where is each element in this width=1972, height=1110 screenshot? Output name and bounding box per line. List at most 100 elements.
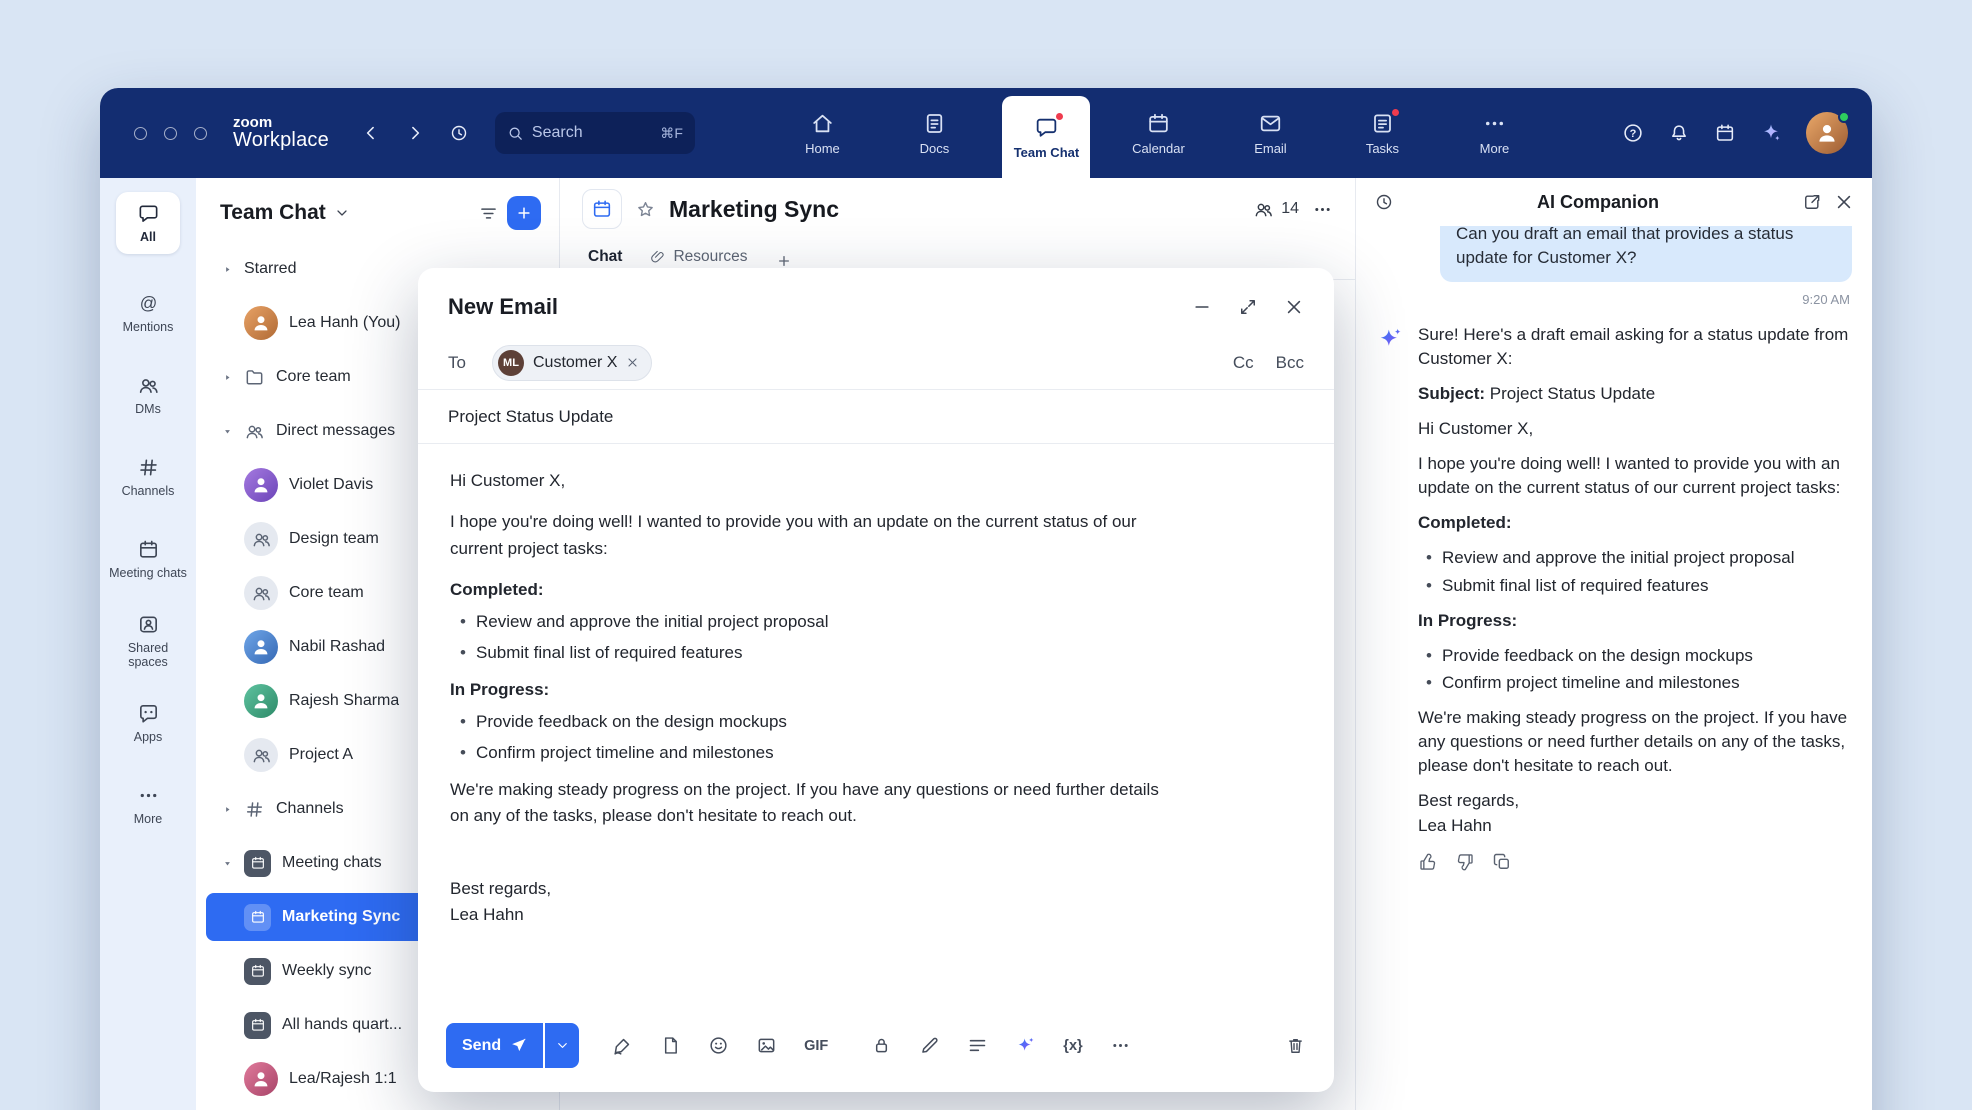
variables-button[interactable]: {x} <box>1063 1038 1082 1054</box>
thumbs-down-icon <box>1455 852 1475 872</box>
ai-companion-button[interactable] <box>1760 122 1782 144</box>
thumbs-down-button[interactable] <box>1455 852 1475 872</box>
chevron-down-icon[interactable] <box>334 205 350 221</box>
signature-button[interactable] <box>612 1035 633 1056</box>
compose-toolbar: Send GIF {x} <box>418 1011 1334 1092</box>
expand-button[interactable] <box>1238 297 1258 317</box>
rail-more[interactable]: More <box>107 768 189 842</box>
history-button[interactable] <box>449 123 469 143</box>
filter-button[interactable] <box>478 203 499 224</box>
nav-more[interactable]: More <box>1450 88 1538 178</box>
bcc-button[interactable]: Bcc <box>1276 353 1304 373</box>
nav-docs[interactable]: Docs <box>890 88 978 178</box>
window-controls[interactable] <box>134 127 207 140</box>
copy-icon <box>1492 852 1512 872</box>
edit-button[interactable] <box>919 1035 940 1056</box>
avatar <box>244 1062 278 1096</box>
folder-icon <box>244 367 265 388</box>
notifications-button[interactable] <box>1668 122 1690 144</box>
to-field[interactable]: To ML Customer X Cc Bcc <box>418 336 1334 390</box>
meeting-chat-icon <box>244 958 271 985</box>
more-icon <box>1482 111 1507 136</box>
group-avatar <box>244 576 278 610</box>
rail-channels[interactable]: Channels <box>107 440 189 514</box>
message-timestamp: 9:20 AM <box>1378 292 1850 307</box>
help-button[interactable] <box>1622 122 1644 144</box>
profile-avatar[interactable] <box>1806 112 1848 154</box>
rail-dms[interactable]: DMs <box>107 358 189 432</box>
ai-open-window-button[interactable] <box>1802 192 1822 212</box>
rail-shared-spaces[interactable]: Shared spaces <box>107 604 189 678</box>
copy-button[interactable] <box>1492 852 1512 872</box>
trash-icon <box>1285 1035 1306 1056</box>
email-body-editor[interactable]: Hi Customer X, I hope you're doing well!… <box>418 444 1334 1011</box>
channel-header: Marketing Sync 14 <box>560 178 1355 240</box>
send-options-button[interactable] <box>545 1023 579 1068</box>
gif-button[interactable]: GIF <box>804 1038 828 1054</box>
thumbs-up-button[interactable] <box>1418 852 1438 872</box>
list-item: Review and approve the initial project p… <box>450 609 1165 635</box>
hash-icon <box>244 799 265 820</box>
channel-more-button[interactable] <box>1312 199 1333 220</box>
nav-calendar[interactable]: Calendar <box>1114 88 1202 178</box>
insert-image-button[interactable] <box>756 1035 777 1056</box>
chevron-down-icon <box>222 858 233 869</box>
nav-home[interactable]: Home <box>778 88 866 178</box>
rail-apps[interactable]: Apps <box>107 686 189 760</box>
minimize-button[interactable] <box>1192 297 1212 317</box>
ai-intro: Sure! Here's a draft email asking for a … <box>1418 323 1852 371</box>
close-window-dot[interactable] <box>134 127 147 140</box>
cc-button[interactable]: Cc <box>1233 353 1254 373</box>
encrypt-button[interactable] <box>871 1035 892 1056</box>
nav-tasks[interactable]: Tasks <box>1338 88 1426 178</box>
list-item: Provide feedback on the design mockups <box>450 709 1165 735</box>
people-icon <box>1253 199 1274 220</box>
minimize-window-dot[interactable] <box>164 127 177 140</box>
email-closing: We're making steady progress on the proj… <box>450 777 1165 830</box>
send-button[interactable]: Send <box>446 1023 543 1068</box>
close-button[interactable] <box>1284 297 1304 317</box>
subject-field[interactable]: Project Status Update <box>418 390 1334 444</box>
nav-team-chat[interactable]: Team Chat <box>1002 96 1090 178</box>
more-icon <box>137 784 160 807</box>
new-chat-button[interactable] <box>507 196 541 230</box>
channel-meeting-icon <box>582 189 622 229</box>
discard-draft-button[interactable] <box>1285 1035 1306 1056</box>
members-button[interactable]: 14 <box>1253 199 1299 220</box>
schedule-button[interactable] <box>1714 122 1736 144</box>
ai-conversation: Can you draft an email that provides a s… <box>1356 226 1872 1110</box>
emoji-button[interactable] <box>708 1035 729 1056</box>
apps-icon <box>137 702 160 725</box>
email-greeting: Hi Customer X, <box>450 468 1165 494</box>
person-icon <box>1814 120 1840 146</box>
close-icon <box>626 356 639 369</box>
attach-file-button[interactable] <box>660 1035 681 1056</box>
template-button[interactable] <box>967 1035 988 1056</box>
plus-icon <box>515 204 533 222</box>
ai-panel-title: AI Companion <box>1406 192 1790 213</box>
more-options-button[interactable] <box>1110 1035 1131 1056</box>
rail-all[interactable]: All <box>116 192 180 254</box>
ai-close-button[interactable] <box>1834 192 1854 212</box>
rail-mentions[interactable]: Mentions <box>107 276 189 350</box>
back-button[interactable] <box>361 123 381 143</box>
sidebar-title[interactable]: Team Chat <box>220 201 326 225</box>
forward-button[interactable] <box>405 123 425 143</box>
star-channel-button[interactable] <box>635 199 656 220</box>
search-input[interactable]: Search ⌘F <box>495 112 695 154</box>
presence-dot <box>1838 111 1850 123</box>
rail-meeting-chats[interactable]: Meeting chats <box>107 522 189 596</box>
ai-assist-button[interactable] <box>1015 1035 1036 1056</box>
remove-recipient-button[interactable] <box>626 356 639 369</box>
maximize-window-dot[interactable] <box>194 127 207 140</box>
group-avatar <box>244 738 278 772</box>
left-rail: All Mentions DMs Channels Meeting chats <box>100 178 196 1110</box>
ai-completed-list: Review and approve the initial project p… <box>1418 546 1852 597</box>
ai-response-text: Sure! Here's a draft email asking for a … <box>1418 323 1852 872</box>
ai-companion-panel: AI Companion Can you draft an email that… <box>1355 178 1872 1110</box>
ai-history-button[interactable] <box>1374 192 1394 212</box>
nav-email[interactable]: Email <box>1226 88 1314 178</box>
ai-signoff: Best regards,Lea Hahn <box>1418 789 1852 837</box>
docs-icon <box>922 111 947 136</box>
recipient-chip[interactable]: ML Customer X <box>492 345 652 381</box>
